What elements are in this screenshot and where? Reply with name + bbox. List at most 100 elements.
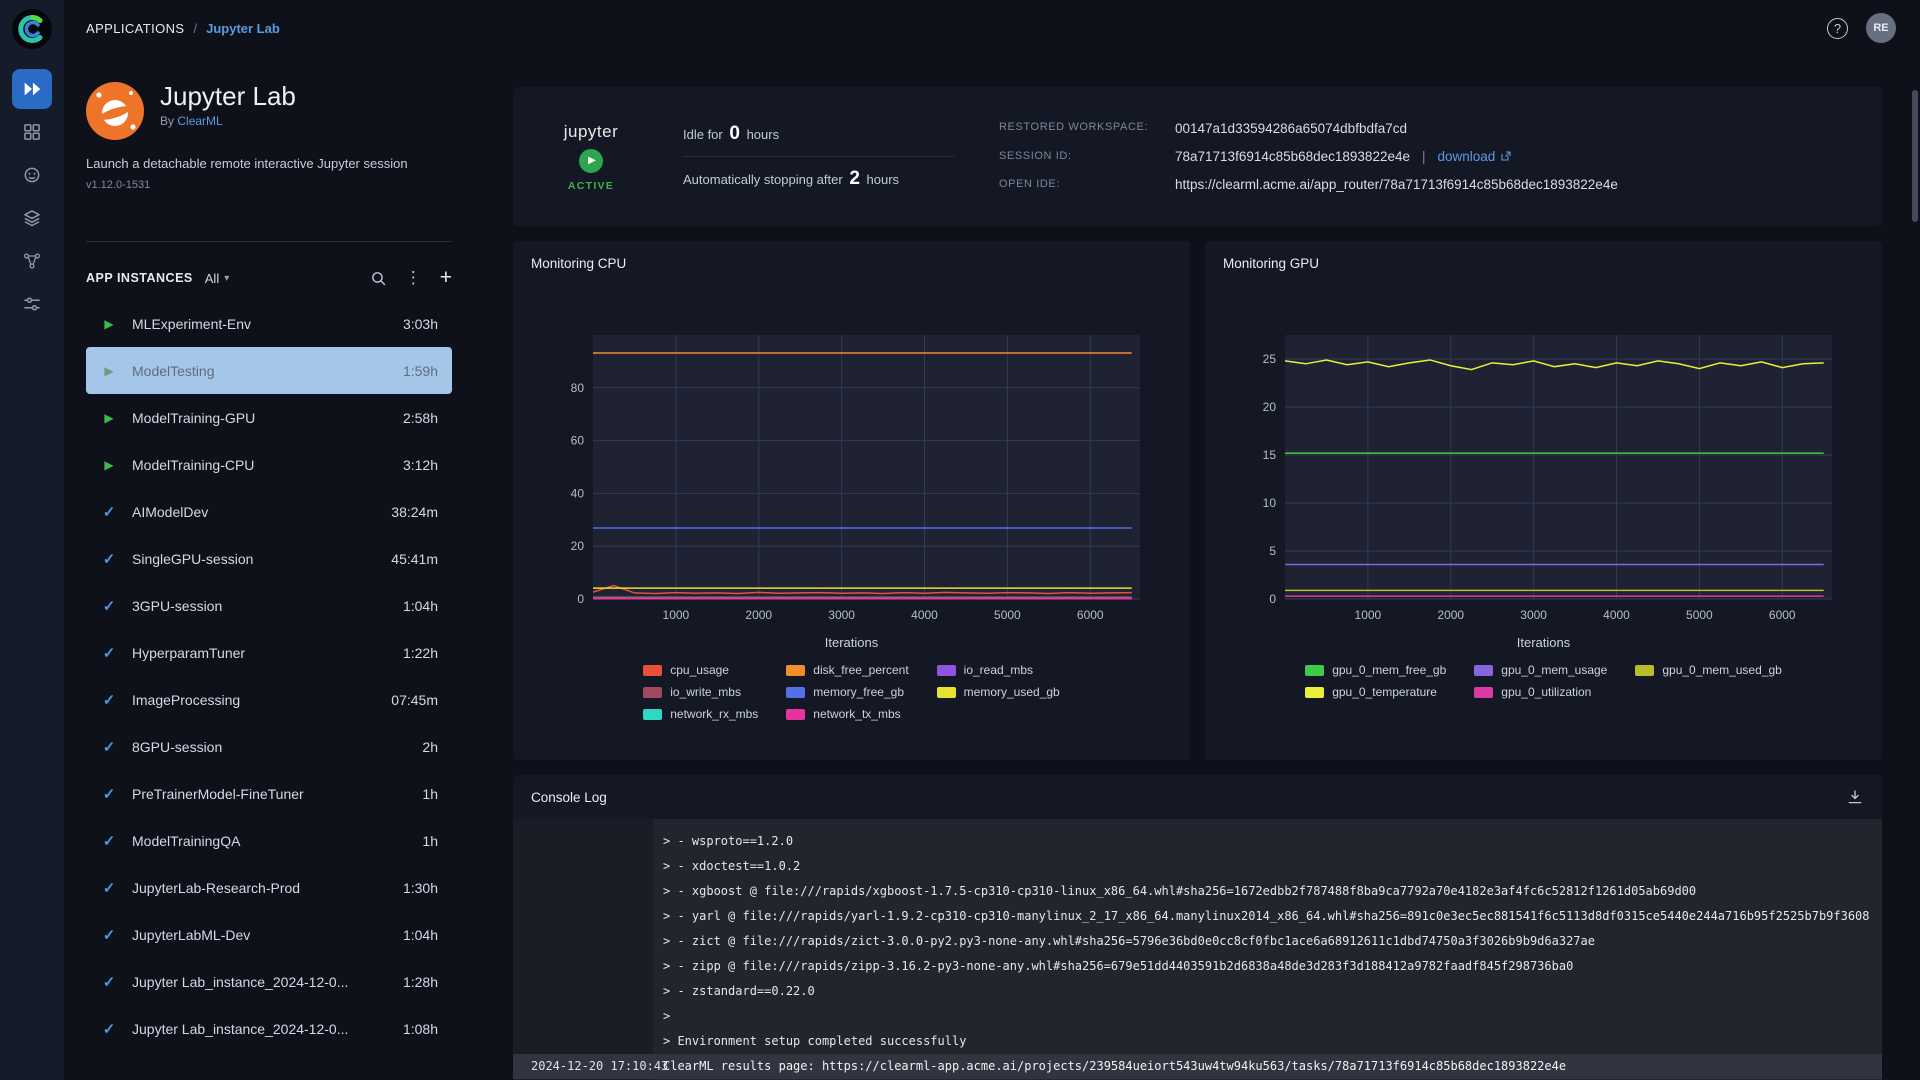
clearml-logo[interactable] xyxy=(11,8,53,50)
instance-row[interactable]: ✓ Jupyter Lab_instance_2024-12-0... 1:28h xyxy=(86,958,452,1005)
check-icon: ✓ xyxy=(102,503,116,521)
app-version: v1.12.0-1531 xyxy=(86,179,151,191)
download-log-button[interactable] xyxy=(1846,788,1864,806)
byline-clearml-link[interactable]: ClearML xyxy=(177,114,222,128)
autostop-prefix: Automatically stopping after xyxy=(683,172,843,187)
session-info: RESTORED WORKSPACE: 00147a1d33594286a650… xyxy=(999,120,1852,193)
console-line: > - xgboost @ file:///rapids/xgboost-1.7… xyxy=(513,879,1882,904)
legend-swatch xyxy=(936,686,956,698)
autostop-row: Automatically stopping after 2 hours xyxy=(683,156,955,201)
instances-filter-dropdown[interactable]: All ▾ xyxy=(205,271,229,286)
instance-row[interactable]: ✓ SingleGPU-session 45:41m xyxy=(86,535,452,582)
legend-item[interactable]: io_write_mbs xyxy=(643,685,758,699)
app-description: Launch a detachable remote interactive J… xyxy=(86,156,408,171)
restored-workspace-label: RESTORED WORKSPACE: xyxy=(999,121,1149,134)
nav-applications[interactable] xyxy=(12,69,52,109)
main-content: jupyter ▶ ACTIVE Idle for 0 hours Automa… xyxy=(476,56,1920,1080)
open-ide-url[interactable]: https://clearml.acme.ai/app_router/78a71… xyxy=(1175,177,1852,192)
instance-row[interactable]: ✓ Jupyter Lab_instance_2024-12-0... 1:08h xyxy=(86,1005,452,1052)
console-lines: > - wsproto==1.2.0 > - xdoctest==1.0.2 > -… xyxy=(513,819,1882,1079)
instances-header: APP INSTANCES All ▾ ⋮ + xyxy=(86,266,452,290)
check-icon: ✓ xyxy=(102,597,116,615)
legend-label: memory_free_gb xyxy=(813,685,904,699)
instance-row[interactable]: ✓ 3GPU-session 1:04h xyxy=(86,582,452,629)
search-button[interactable] xyxy=(370,270,387,287)
svg-text:15: 15 xyxy=(1263,448,1277,462)
status-badge: ACTIVE xyxy=(567,179,615,192)
instance-row[interactable]: ▶ ModelTesting 1:59h xyxy=(86,347,452,394)
legend-item[interactable]: network_rx_mbs xyxy=(643,707,758,721)
nav-dashboard[interactable] xyxy=(12,112,52,152)
play-icon: ▶ xyxy=(104,316,114,331)
cpu-chart-plot[interactable]: 0 20 40 60 80 1000 2000 3000 4000 5000 6000 xyxy=(521,323,1188,633)
instance-row[interactable]: ✓ ModelTrainingQA 1h xyxy=(86,817,452,864)
console-body[interactable]: > - wsproto==1.2.0 > - xdoctest==1.0.2 > -… xyxy=(513,819,1882,1080)
console-line: > - zict @ file:///rapids/zict-3.0.0-py2… xyxy=(513,929,1882,954)
value-separator: | xyxy=(1421,148,1426,164)
idle-hours-value: 0 xyxy=(729,123,740,144)
nav-pipelines[interactable] xyxy=(12,241,52,281)
instance-duration: 1:30h xyxy=(402,879,438,896)
help-button[interactable]: ? xyxy=(1827,17,1848,39)
scrollbar-thumb[interactable] xyxy=(1912,90,1918,222)
legend-swatch xyxy=(936,664,956,676)
legend-item[interactable]: gpu_0_temperature xyxy=(1305,685,1446,699)
legend-swatch xyxy=(1474,664,1494,676)
gpu-chart-plot[interactable]: 0 5 10 15 20 25 1000 2000 3000 4000 5000 6000 xyxy=(1213,323,1880,633)
play-icon: ▶ xyxy=(104,363,114,378)
legend-swatch xyxy=(786,686,806,698)
gpu-chart-card: Monitoring GPU 0 5 10 15 20 25 1000 2000 3000 400… xyxy=(1205,241,1882,760)
legend-item[interactable]: gpu_0_utilization xyxy=(1474,685,1607,699)
nav-datasets[interactable] xyxy=(12,198,52,238)
legend-swatch xyxy=(786,664,806,676)
add-instance-button[interactable]: + xyxy=(440,266,452,290)
legend-item[interactable]: gpu_0_mem_free_gb xyxy=(1305,663,1446,677)
instance-row[interactable]: ✓ JupyterLabML-Dev 1:04h xyxy=(86,911,452,958)
legend-item[interactable]: cpu_usage xyxy=(643,663,758,677)
legend-item[interactable]: memory_free_gb xyxy=(786,685,908,699)
monitoring-charts: Monitoring CPU 0 20 40 60 80 1000 2000 3000 4000… xyxy=(513,241,1882,760)
instance-name: Jupyter Lab_instance_2024-12-0... xyxy=(132,973,349,990)
nav-rail-items xyxy=(12,66,52,327)
instance-row[interactable]: ▶ MLExperiment-Env 3:03h xyxy=(86,300,452,347)
legend-item[interactable]: disk_free_percent xyxy=(786,663,909,677)
legend-label: io_read_mbs xyxy=(963,663,1034,677)
legend-item[interactable]: gpu_0_mem_usage xyxy=(1474,663,1607,677)
instance-name: HyperparamTuner xyxy=(132,644,246,661)
download-workspace-link[interactable]: download xyxy=(1438,149,1513,164)
legend-label: memory_used_gb xyxy=(963,685,1060,699)
legend-swatch xyxy=(643,708,663,720)
svg-text:6000: 6000 xyxy=(1077,608,1104,622)
nav-models[interactable] xyxy=(12,155,52,195)
instance-row[interactable]: ✓ AIModelDev 38:24m xyxy=(86,488,452,535)
nav-workers[interactable] xyxy=(12,284,52,324)
nav-rail xyxy=(0,0,64,1080)
legend-swatch xyxy=(643,686,663,698)
instance-duration: 2h xyxy=(422,738,438,755)
legend-item[interactable]: network_tx_mbs xyxy=(786,707,908,721)
svg-text:5: 5 xyxy=(1269,544,1276,558)
legend-item[interactable]: gpu_0_mem_used_gb xyxy=(1635,663,1782,677)
instance-name: ModelTesting xyxy=(132,362,215,379)
instance-row[interactable]: ✓ PreTrainerModel-FineTuner 1h xyxy=(86,770,452,817)
check-icon: ✓ xyxy=(102,738,116,756)
legend-swatch xyxy=(1305,664,1325,676)
open-ide-label: OPEN IDE: xyxy=(999,178,1061,191)
svg-text:4000: 4000 xyxy=(1603,608,1630,622)
instance-row[interactable]: ✓ JupyterLab-Research-Prod 1:30h xyxy=(86,864,452,911)
avatar[interactable]: RE xyxy=(1866,13,1896,43)
legend-item[interactable]: memory_used_gb xyxy=(936,685,1060,699)
breadcrumb-separator: / xyxy=(193,20,198,36)
instance-row[interactable]: ▶ ModelTraining-CPU 3:12h xyxy=(86,441,452,488)
console-text: > - yarl @ file:///rapids/yarl-1.9.2-cp3… xyxy=(663,909,1870,923)
instance-row[interactable]: ✓ 8GPU-session 2h xyxy=(86,723,452,770)
legend-item[interactable]: io_read_mbs xyxy=(936,663,1060,677)
session-summary-card: jupyter ▶ ACTIVE Idle for 0 hours Automa… xyxy=(513,87,1882,226)
instance-row[interactable]: ✓ ImageProcessing 07:45m xyxy=(86,676,452,723)
breadcrumb-applications[interactable]: APPLICATIONS xyxy=(86,21,184,36)
instance-row[interactable]: ✓ HyperparamTuner 1:22h xyxy=(86,629,452,676)
svg-text:80: 80 xyxy=(571,381,585,395)
cpu-chart-card: Monitoring CPU 0 20 40 60 80 1000 2000 3000 4000… xyxy=(513,241,1190,760)
more-options-button[interactable]: ⋮ xyxy=(405,268,422,288)
instance-row[interactable]: ▶ ModelTraining-GPU 2:58h xyxy=(86,394,452,441)
